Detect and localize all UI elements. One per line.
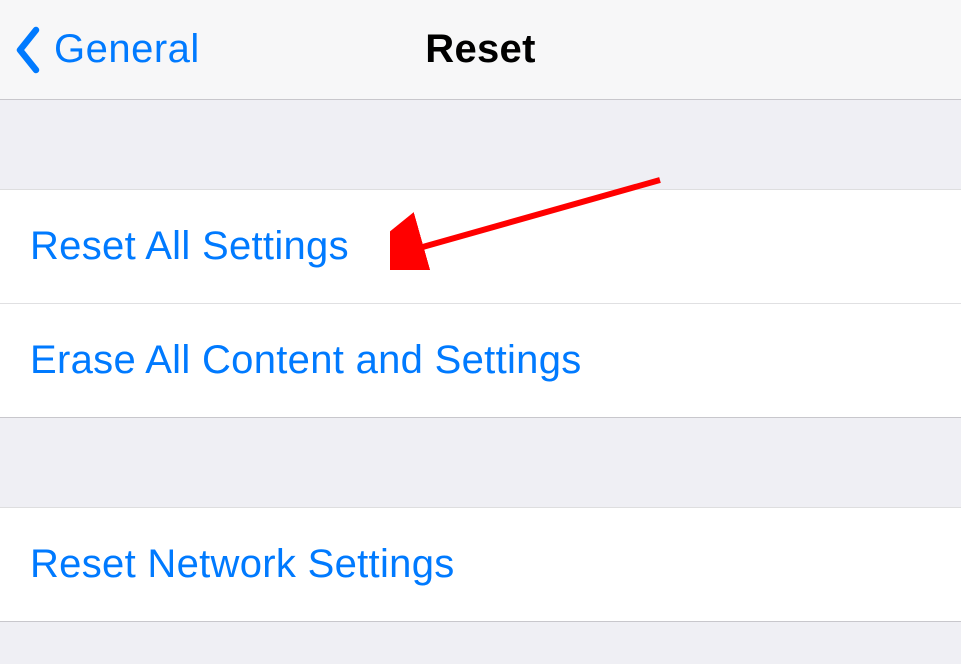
cell-label: Reset All Settings <box>30 224 349 268</box>
chevron-left-icon <box>14 26 42 74</box>
reset-network-settings-cell[interactable]: Reset Network Settings <box>0 508 961 622</box>
back-label: General <box>54 27 200 72</box>
cell-label: Erase All Content and Settings <box>30 338 582 382</box>
page-title: Reset <box>425 27 535 72</box>
reset-section-2: Reset Network Settings <box>0 508 961 622</box>
reset-section-1: Reset All Settings Erase All Content and… <box>0 190 961 418</box>
section-gap <box>0 418 961 508</box>
section-gap <box>0 100 961 190</box>
reset-all-settings-cell[interactable]: Reset All Settings <box>0 190 961 304</box>
cell-label: Reset Network Settings <box>30 542 455 586</box>
navigation-bar: General Reset <box>0 0 961 100</box>
erase-all-content-cell[interactable]: Erase All Content and Settings <box>0 304 961 418</box>
back-button[interactable]: General <box>0 26 200 74</box>
